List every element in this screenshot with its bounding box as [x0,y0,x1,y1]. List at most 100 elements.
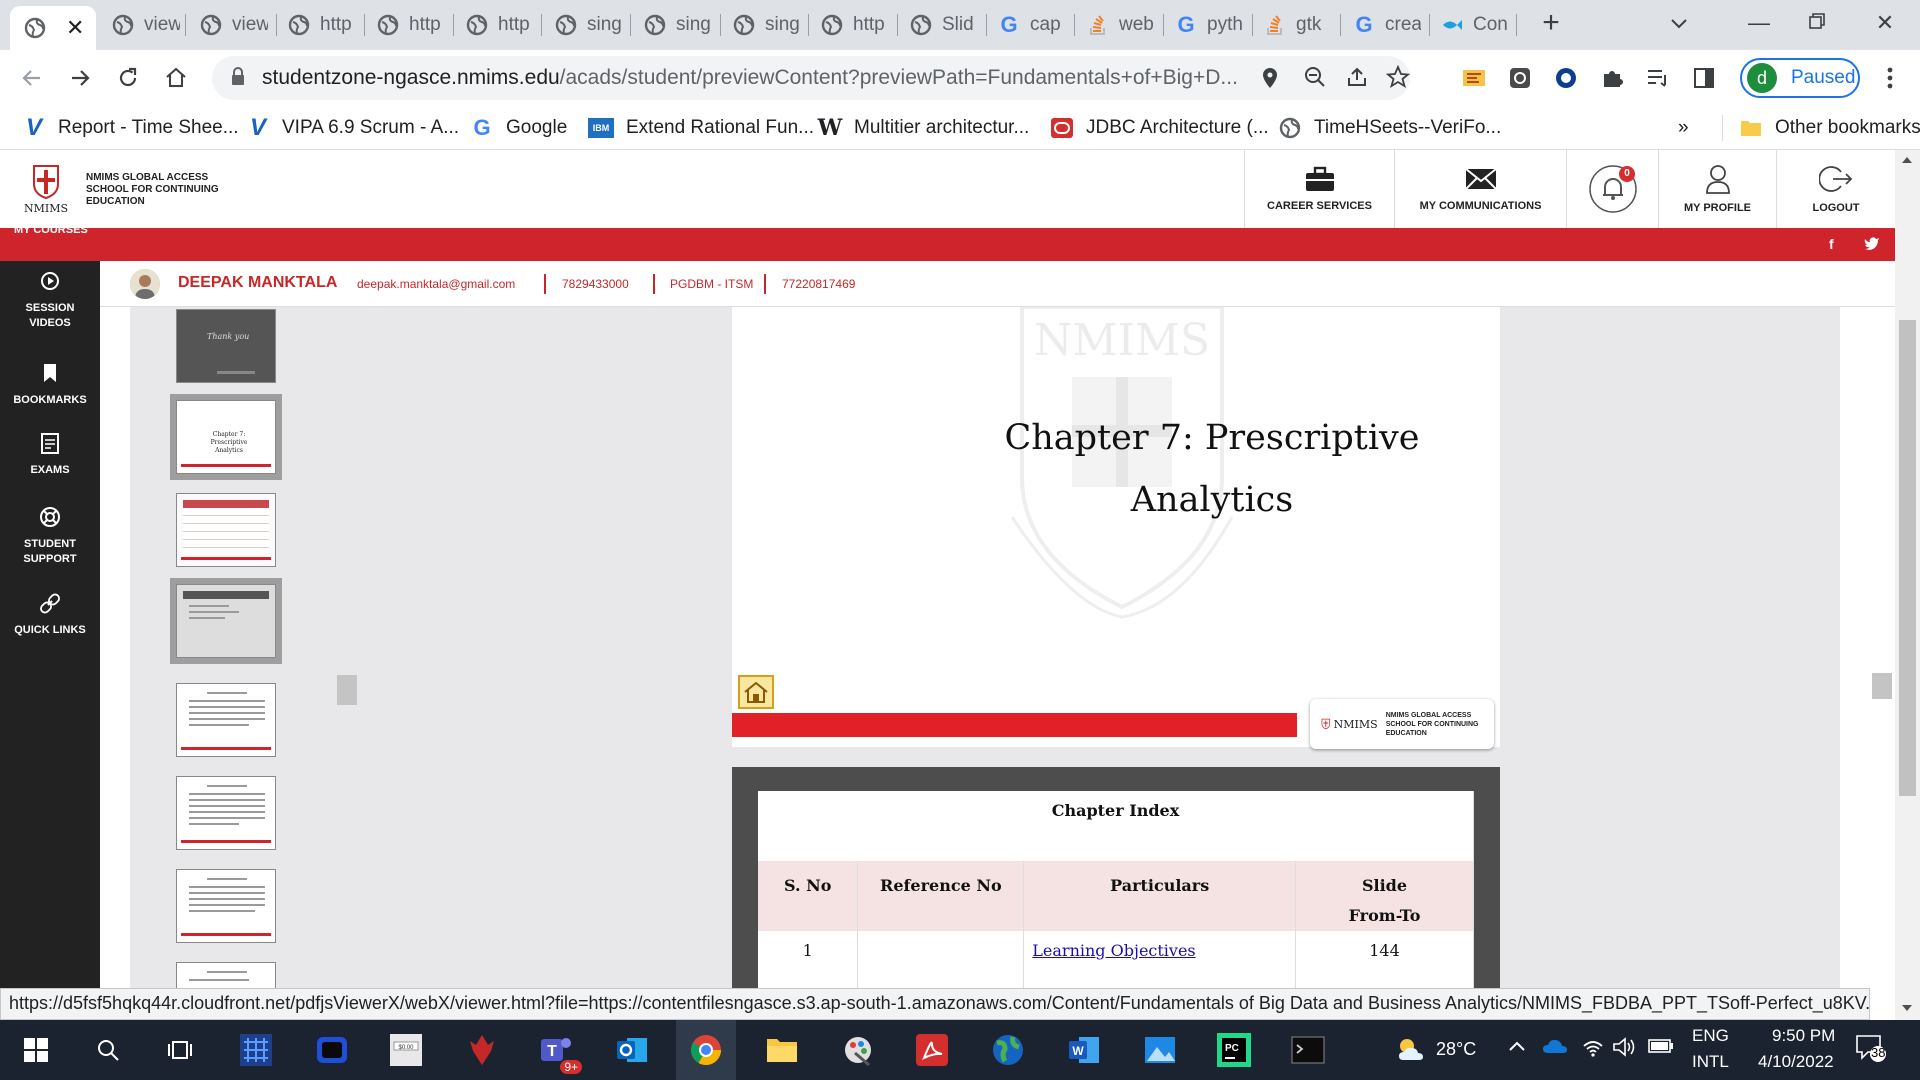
chrome-menu-icon[interactable] [1876,64,1904,92]
new-tab-button[interactable]: + [1536,8,1566,39]
scroll-up-icon[interactable] [1901,156,1913,164]
tab[interactable]: http [466,8,534,42]
slide-thumbnail[interactable] [176,493,276,567]
volume-icon[interactable] [1612,1036,1636,1063]
viewer-scrollbar[interactable] [1872,673,1892,699]
extension-grammar-icon[interactable] [1506,64,1534,92]
tab[interactable]: view [200,8,268,42]
tab[interactable]: Gcap [998,8,1066,42]
logout-button[interactable]: LOGOUT [1776,150,1895,228]
slide-thumbnail[interactable]: Thank you [176,309,276,383]
tab[interactable]: sing [644,8,712,42]
nmims-logo[interactable]: NMIMS NMIMS GLOBAL ACCESS SCHOOL FOR CON… [18,162,236,218]
side-panel-icon[interactable] [1690,64,1718,92]
twitter-icon[interactable] [1864,236,1880,253]
restore-button[interactable] [1800,8,1834,38]
minimize-button[interactable]: — [1742,8,1776,38]
tab-close-icon[interactable]: ✕ [66,15,84,41]
clock-date[interactable]: 4/10/2022 [1758,1052,1834,1072]
notifications-button[interactable]: 0 [1566,150,1658,228]
bookmark-item[interactable]: IBM Extend Rational Fun... [588,115,814,141]
paint-app-icon[interactable] [838,1030,878,1070]
back-button[interactable] [16,62,48,94]
tab[interactable]: web [1087,8,1155,42]
acrobat-icon[interactable] [912,1030,952,1070]
address-bar[interactable]: studentzone-ngasce.nmims.edu/acads/stude… [212,56,1411,100]
bookmark-item[interactable]: V VIPA 6.9 Scrum - A... [246,114,459,141]
input-language[interactable]: ENG [1692,1026,1729,1046]
pycharm-icon[interactable]: PC [1214,1030,1254,1070]
sidebar-item-quick-links[interactable]: QUICK LINKS [0,591,100,638]
task-view-icon[interactable] [160,1030,200,1070]
location-pin-icon[interactable] [1262,67,1278,94]
clock-time[interactable]: 9:50 PM [1772,1026,1835,1046]
sidebar-item-session-videos[interactable]: SESSION VIDEOS [0,269,100,331]
slide-thumbnail[interactable] [176,869,276,943]
share-icon[interactable] [1346,66,1368,93]
tab[interactable]: Gcrea [1353,8,1421,42]
close-window-button[interactable]: ✕ [1868,8,1902,38]
page-scrollbar[interactable] [1895,150,1920,1020]
thumbnail-scrollbar[interactable] [337,675,357,705]
input-layout[interactable]: INTL [1692,1052,1729,1072]
teams-icon[interactable]: T 9+ [536,1030,582,1074]
outlook-icon[interactable] [612,1030,652,1070]
wifi-icon[interactable] [1582,1036,1604,1063]
app-grid-icon[interactable] [236,1030,276,1070]
photos-icon[interactable] [1140,1030,1180,1070]
file-explorer-icon[interactable] [762,1030,802,1070]
weather-icon[interactable] [1392,1030,1432,1070]
weather-temp[interactable]: 28°C [1436,1039,1476,1060]
media-queue-icon[interactable] [1644,64,1672,92]
terminal-icon[interactable] [1288,1030,1328,1070]
extensions-puzzle-icon[interactable] [1598,64,1626,92]
other-bookmarks-button[interactable]: Other bookmarks [1722,115,1920,141]
search-icon[interactable] [88,1030,128,1070]
scrollbar-thumb[interactable] [1899,320,1916,796]
bookmarks-overflow-button[interactable]: » [1678,115,1689,141]
sidebar-item-bookmarks[interactable]: BOOKMARKS [0,361,100,408]
tab[interactable]: Slid [910,8,978,42]
my-profile-button[interactable]: MY PROFILE [1658,150,1776,228]
reload-button[interactable] [112,62,144,94]
lock-icon[interactable] [230,67,246,92]
tab[interactable]: sing [733,8,801,42]
battery-icon[interactable] [1648,1038,1674,1059]
bookmark-item[interactable]: G Google [470,115,567,141]
word-icon[interactable]: W [1064,1030,1104,1070]
tab-search-icon[interactable] [1662,8,1696,38]
globe-app-icon[interactable] [988,1030,1028,1070]
red-deer-app-icon[interactable] [462,1030,502,1070]
zoom-out-icon[interactable] [1304,66,1326,93]
tab[interactable]: sing [555,8,623,42]
home-button[interactable] [160,62,192,94]
my-communications-button[interactable]: MY COMMUNICATIONS [1394,150,1566,228]
my-courses-link[interactable]: MY COURSES [14,224,88,236]
tab-active[interactable]: ✕ [10,6,96,50]
forward-button[interactable] [64,62,96,94]
bookmark-item[interactable]: V Report - Time Shee... [22,114,239,141]
chrome-taskbar-icon[interactable] [676,1020,736,1080]
slide-thumbnail[interactable] [176,683,276,757]
career-services-button[interactable]: CAREER SERVICES [1244,150,1394,228]
tab[interactable]: http [821,8,889,42]
tab[interactable]: Con [1441,8,1509,42]
tab[interactable]: http [377,8,445,42]
home-icon[interactable] [738,675,774,709]
learning-objectives-link[interactable]: Learning Objectives [1032,941,1195,960]
facebook-icon[interactable]: f [1829,236,1834,252]
screen-app-icon[interactable] [312,1030,352,1070]
windows-start-icon[interactable] [16,1030,56,1070]
bookmark-item[interactable]: JDBC Architecture (... [1050,115,1269,141]
bookmark-item[interactable]: W Multitier architectur... [818,115,1030,141]
slide-thumbnail-selected[interactable]: Chapter 7: Prescriptive Analytics [170,394,282,480]
profile-button[interactable]: d Paused [1740,58,1860,98]
bookmark-star-icon[interactable] [1385,64,1411,94]
onedrive-icon[interactable] [1542,1038,1568,1059]
bookmark-item[interactable]: TimeHSeets--VeriFo... [1278,115,1501,141]
tab[interactable]: Gpyth [1175,8,1243,42]
extension-flag-icon[interactable] [1460,64,1488,92]
notification-center-icon[interactable]: 38 [1854,1032,1886,1069]
scroll-down-icon[interactable] [1901,1004,1913,1012]
slide-thumbnail[interactable] [176,776,276,850]
